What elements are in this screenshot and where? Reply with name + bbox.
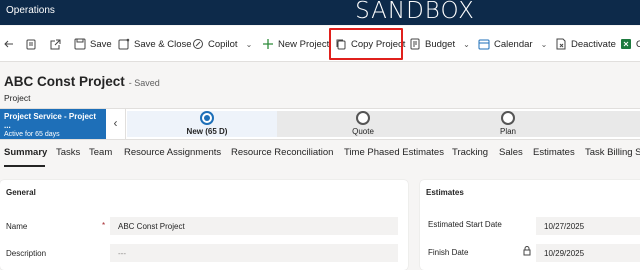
general-heading: General (6, 188, 36, 197)
name-label: Name (6, 222, 28, 231)
tab-sales[interactable]: Sales (499, 147, 523, 158)
budget-icon (410, 38, 420, 50)
previous-stage-button[interactable]: ‹ (106, 109, 126, 139)
tab-resource-reconciliation[interactable]: Resource Reconciliation (231, 147, 333, 158)
budget-button[interactable]: Budget ⌄ (409, 33, 470, 55)
stage-quote[interactable]: Quote (318, 111, 408, 136)
required-indicator: * (102, 221, 106, 230)
record-title-text: ABC Const Project (4, 74, 125, 89)
save-close-button[interactable]: Save & Close (118, 33, 192, 55)
back-button[interactable] (4, 33, 14, 55)
plus-icon (263, 39, 273, 49)
record-set-button[interactable] (26, 33, 36, 55)
description-field[interactable]: --- (110, 244, 398, 262)
deactivate-icon (556, 38, 566, 50)
process-name: Project Service - Project ... (4, 112, 97, 130)
tab-resource-assignments[interactable]: Resource Assignments (124, 147, 221, 158)
entity-name: Project (4, 93, 31, 103)
tab-tracking[interactable]: Tracking (452, 147, 488, 158)
deactivate-label: Deactivate (571, 38, 616, 50)
open-new-window-icon (50, 39, 61, 49)
record-header: ABC Const Project - Saved Project (0, 62, 640, 110)
estimates-heading: Estimates (426, 188, 464, 197)
new-project-label: New Project (278, 38, 330, 50)
save-icon (74, 38, 86, 50)
overflow-label: O (636, 38, 640, 50)
tab-time-phased-estimates[interactable]: Time Phased Estimates (344, 147, 444, 158)
stage-inactive-icon (501, 111, 515, 125)
estimated-start-date-field[interactable]: 10/27/2025 (536, 217, 640, 235)
overflow-command-button[interactable]: O (620, 33, 640, 55)
copilot-label: Copilot (208, 38, 238, 50)
save-close-label: Save & Close (134, 38, 192, 50)
save-label: Save (90, 38, 112, 50)
form-tabs: Summary Tasks Team Resource Assignments … (0, 140, 640, 170)
stage-plan[interactable]: Plan (463, 111, 553, 136)
estimates-section: Estimates Estimated Start Date 10/27/202… (420, 180, 640, 270)
open-new-window-button[interactable] (50, 33, 61, 55)
record-title: ABC Const Project - Saved (4, 74, 160, 89)
save-status: - Saved (128, 78, 160, 88)
stage-inactive-icon (356, 111, 370, 125)
top-bar: Operations SANDBOX (0, 0, 640, 25)
stage-label: New (65 D) (186, 127, 228, 136)
stage-band: New (65 D) Quote Plan (127, 111, 640, 137)
selected-tab-indicator (4, 165, 45, 167)
command-bar: Save Save & Close Copilot ⌄ New Project … (0, 26, 640, 62)
business-process-flow: Project Service - Project ... Active for… (0, 108, 640, 140)
save-button[interactable]: Save (74, 33, 112, 55)
calendar-label: Calendar (494, 38, 533, 50)
stage-label: Quote (352, 127, 374, 136)
record-icon (26, 39, 36, 49)
tab-team[interactable]: Team (89, 147, 112, 158)
lock-icon (523, 246, 531, 256)
environment-banner: SANDBOX (355, 0, 475, 24)
tab-summary[interactable]: Summary (4, 147, 47, 158)
finish-date-field[interactable]: 10/29/2025 (536, 244, 640, 262)
name-field[interactable]: ABC Const Project (110, 217, 398, 235)
chevron-left-icon: ‹ (113, 116, 118, 130)
new-project-button[interactable]: New Project (262, 33, 329, 55)
finish-date-label: Finish Date (428, 248, 469, 257)
save-close-icon (118, 38, 130, 50)
copilot-icon (193, 39, 203, 49)
back-arrow-icon (4, 40, 13, 48)
budget-label: Budget (425, 38, 456, 50)
calendar-icon (478, 39, 490, 50)
process-selector[interactable]: Project Service - Project ... Active for… (0, 109, 106, 139)
chevron-down-icon: ⌄ (540, 39, 548, 49)
general-section: General Name * ABC Const Project Descrip… (0, 180, 408, 270)
stage-new[interactable]: New (65 D) (162, 111, 252, 136)
estimated-start-date-label: Estimated Start Date (428, 220, 502, 229)
tab-estimates[interactable]: Estimates (533, 147, 575, 158)
excel-icon (621, 39, 631, 49)
process-status: Active for 65 days (4, 131, 60, 138)
tab-task-billing-setup[interactable]: Task Billing Se (585, 147, 640, 158)
chevron-down-icon: ⌄ (463, 39, 470, 49)
chevron-down-icon: ⌄ (245, 39, 253, 49)
calendar-button[interactable]: Calendar ⌄ (478, 33, 547, 55)
copilot-button[interactable]: Copilot ⌄ (192, 33, 252, 55)
tab-tasks[interactable]: Tasks (56, 147, 80, 158)
description-label: Description (6, 249, 47, 258)
copy-project-highlight (329, 28, 403, 60)
deactivate-button[interactable]: Deactivate (555, 33, 616, 55)
stage-active-icon (200, 111, 214, 125)
stage-label: Plan (499, 127, 516, 136)
